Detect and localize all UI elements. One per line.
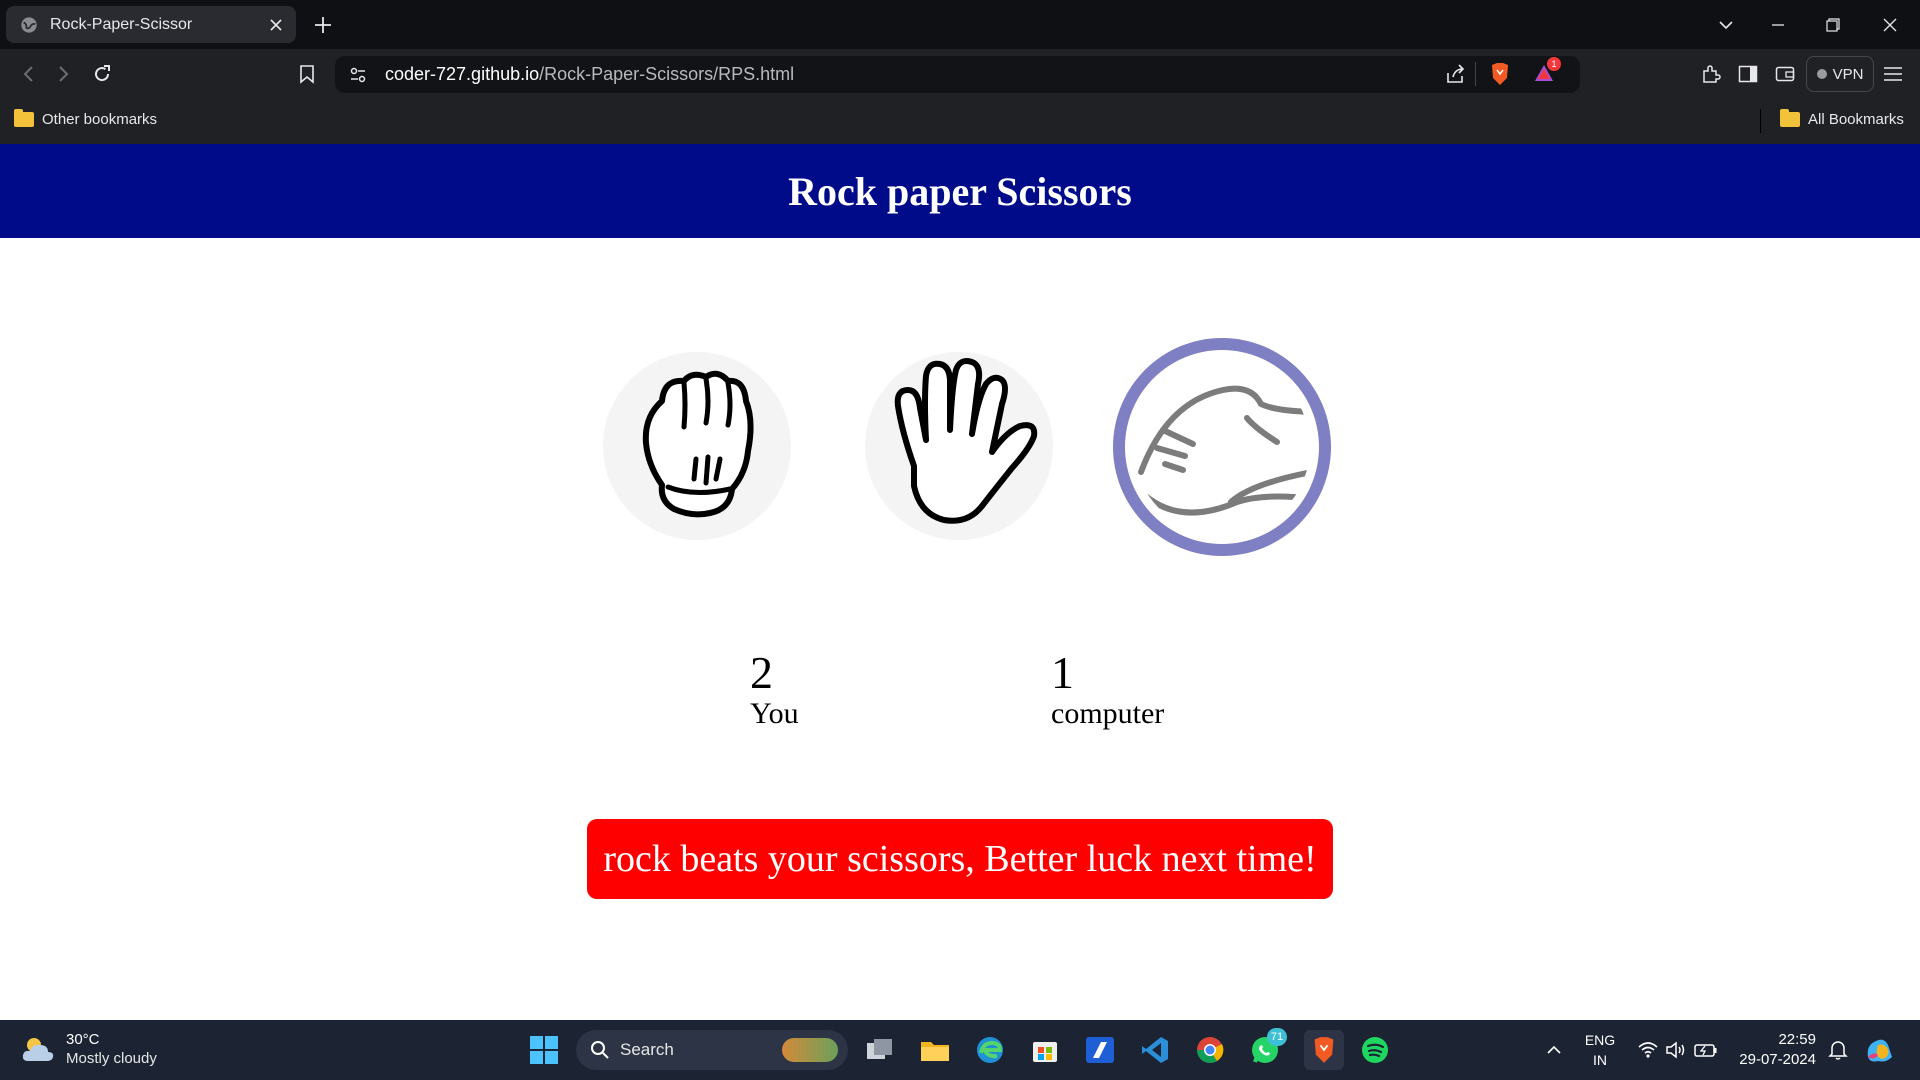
address-bar[interactable]: coder-727.github.io/Rock-Paper-Scissors/… [335, 56, 1580, 93]
weather-text: Mostly cloudy [66, 1050, 157, 1067]
brave-taskbar-icon[interactable] [1304, 1030, 1344, 1070]
vscode-icon[interactable] [1139, 1034, 1171, 1066]
header-banner: Rock paper Scissors [0, 144, 1920, 238]
weather-widget[interactable]: 30°C Mostly cloudy [20, 1030, 157, 1068]
windows-taskbar: 30°C Mostly cloudy Search 71 ENG IN 22:5… [0, 1020, 1920, 1080]
chrome-icon[interactable] [1194, 1034, 1226, 1066]
windows-start-icon[interactable] [528, 1034, 560, 1066]
all-bookmarks-folder[interactable]: All Bookmarks [1780, 109, 1904, 128]
spotify-icon[interactable] [1359, 1034, 1391, 1066]
search-highlight-icon [782, 1038, 838, 1062]
page-title: Rock paper Scissors [788, 168, 1132, 214]
tab-title: Rock-Paper-Scissor [50, 15, 193, 33]
whatsapp-badge: 71 [1267, 1028, 1287, 1046]
reload-icon[interactable] [90, 62, 114, 86]
lang-line2: IN [1593, 1052, 1607, 1068]
globe-icon [21, 16, 37, 33]
vpn-label: VPN [1832, 65, 1864, 83]
browser-tab-bar: Rock-Paper-Scissor [0, 0, 1920, 49]
close-tab-icon[interactable] [266, 15, 286, 35]
user-score-label: You [750, 697, 799, 730]
folder-icon [1780, 109, 1800, 127]
bookmark-label: All Bookmarks [1808, 111, 1904, 128]
store-icon[interactable] [1029, 1034, 1061, 1066]
temperature: 30°C [66, 1031, 100, 1048]
search-placeholder: Search [620, 1040, 674, 1059]
restore-icon[interactable] [1820, 12, 1846, 38]
extensions-icon[interactable] [1699, 62, 1723, 86]
scissors-hand-icon [1136, 385, 1310, 516]
divider [1760, 109, 1761, 133]
time: 22:59 [1778, 1031, 1816, 1048]
chevron-up-icon[interactable] [1538, 1034, 1570, 1066]
folder-icon [14, 109, 34, 127]
volume-icon[interactable] [1660, 1034, 1692, 1066]
minimize-icon[interactable] [1765, 12, 1791, 38]
browser-tab[interactable]: Rock-Paper-Scissor [6, 6, 296, 43]
menu-icon[interactable] [1881, 62, 1905, 86]
fist-icon [642, 370, 754, 518]
computer-score: 1 [1051, 647, 1074, 698]
paper-choice[interactable] [865, 352, 1053, 540]
user-score-block: 2 You [750, 649, 799, 731]
bookmark-label: Other bookmarks [42, 111, 158, 128]
brave-shield-icon[interactable] [1489, 62, 1511, 91]
power-automate-icon[interactable] [1084, 1034, 1116, 1066]
file-explorer-icon[interactable] [919, 1034, 951, 1066]
forward-icon[interactable] [52, 62, 76, 86]
vpn-button[interactable]: VPN [1806, 56, 1874, 92]
web-page: Rock paper Scissors 2 You 1 computer roc… [0, 144, 1920, 1020]
open-hand-icon [894, 358, 1038, 524]
user-score: 2 [750, 647, 773, 698]
other-bookmarks-folder[interactable]: Other bookmarks [14, 109, 158, 128]
share-icon[interactable] [1445, 63, 1467, 90]
cloudy-weather-icon [22, 1038, 54, 1061]
language-indicator[interactable]: ENG IN [1580, 1030, 1620, 1070]
divider [1475, 62, 1476, 86]
site-settings-icon[interactable] [347, 64, 369, 86]
alert-badge: 1 [1547, 57, 1561, 71]
brave-rewards-icon[interactable]: 1 [1533, 57, 1561, 92]
chevron-down-icon[interactable] [1713, 12, 1739, 38]
close-window-icon[interactable] [1877, 12, 1903, 38]
taskbar-search[interactable]: Search [576, 1030, 848, 1070]
bookmarks-bar: Other bookmarks All Bookmarks [0, 99, 1920, 144]
lang-line1: ENG [1584, 1032, 1616, 1048]
result-message: rock beats your scissors, Better luck ne… [587, 819, 1333, 899]
vpn-status-icon [1816, 69, 1827, 79]
url-host: coder-727.github.io [385, 64, 540, 84]
scissors-choice[interactable] [1113, 338, 1331, 556]
bookmark-icon[interactable] [295, 62, 319, 86]
wallet-icon[interactable] [1773, 62, 1797, 86]
battery-icon[interactable] [1690, 1034, 1722, 1066]
computer-score-label: computer [1051, 697, 1165, 730]
date: 29-07-2024 [1739, 1051, 1816, 1068]
browser-toolbar: coder-727.github.io/Rock-Paper-Scissors/… [0, 49, 1920, 99]
search-icon [591, 1041, 609, 1059]
task-view-icon[interactable] [864, 1034, 896, 1066]
edge-icon[interactable] [974, 1034, 1006, 1066]
copilot-icon[interactable] [1864, 1034, 1896, 1066]
rock-choice[interactable] [603, 352, 791, 540]
url-path: /Rock-Paper-Scissors/RPS.html [539, 64, 795, 84]
computer-score-block: 1 computer [1051, 649, 1164, 731]
new-tab-icon[interactable] [312, 14, 334, 36]
notifications-icon[interactable] [1822, 1034, 1854, 1066]
system-clock[interactable]: 22:59 29-07-2024 [1730, 1030, 1816, 1070]
whatsapp-icon[interactable]: 71 [1249, 1028, 1287, 1066]
sidebar-icon[interactable] [1736, 62, 1760, 86]
back-icon[interactable] [16, 62, 40, 86]
